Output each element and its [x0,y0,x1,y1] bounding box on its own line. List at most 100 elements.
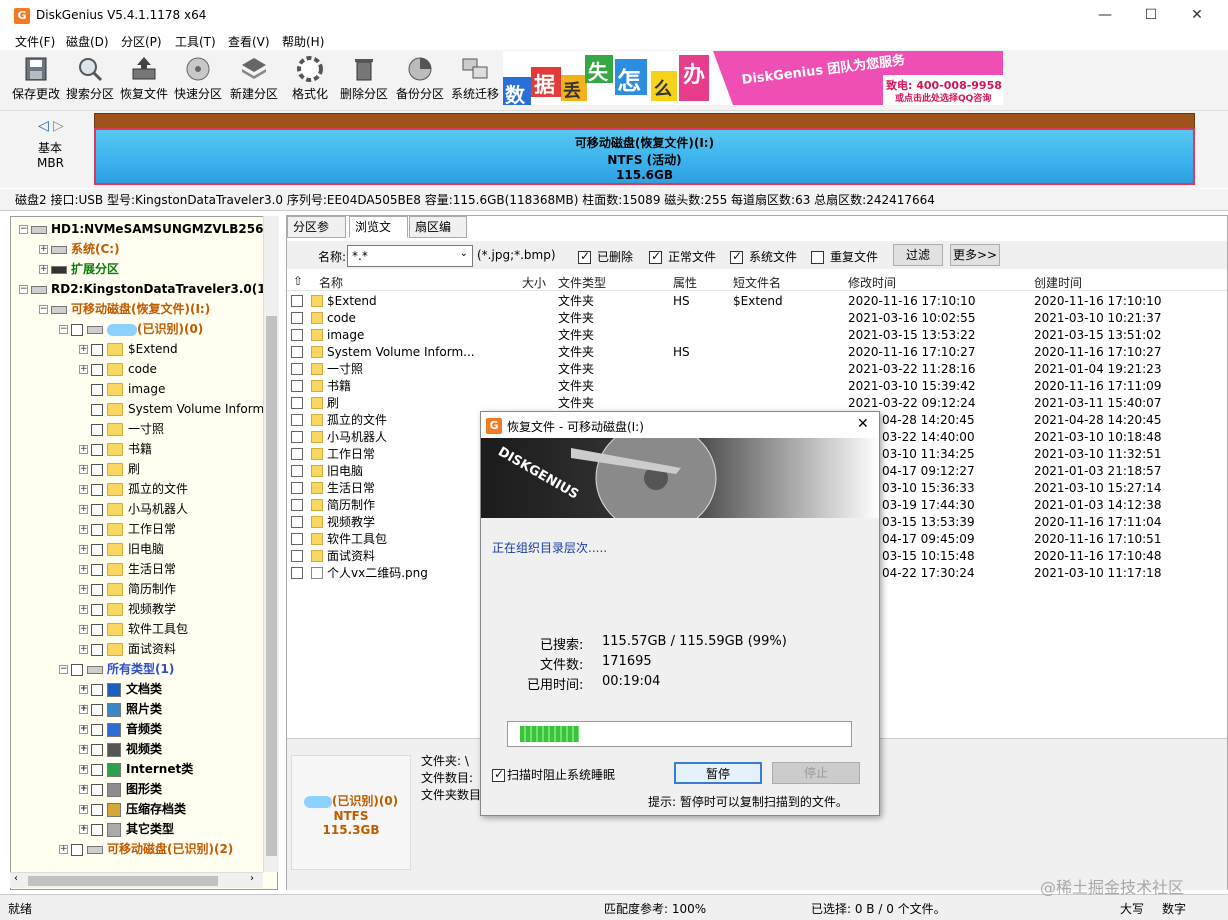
tree-item-type[interactable]: + Internet类 [79,759,193,779]
backup-partition-button[interactable]: 备份分区 [394,51,446,107]
table-row[interactable]: 书籍 文件夹 2021-03-10 15:39:42 2020-11-16 17:11… [287,378,1227,395]
tree-item-folder[interactable]: + 视频教学 [79,599,176,619]
tree-item-type[interactable]: + 视频类 [79,739,162,759]
menu-partition[interactable]: 分区(P) [121,33,162,50]
ad-banner[interactable]: 数 据 丢 失 怎 么 办 DiskGenius 团队为您服务 致电: 400-… [503,51,1003,105]
row-checkbox[interactable] [291,380,303,392]
scrollbar-thumb[interactable] [28,876,218,886]
tree-item-folder[interactable]: + 孤立的文件 [79,479,188,499]
tab-sector-edit[interactable]: 扇区编辑 [409,216,467,255]
tree-item-type[interactable]: + 音频类 [79,719,162,739]
stop-button[interactable]: 停止 [772,762,860,784]
tree-item-folder[interactable]: + 生活日常 [79,559,176,579]
tree-item-folder[interactable]: image [79,379,165,399]
tree-item-folder[interactable]: + 软件工具包 [79,619,188,639]
row-checkbox[interactable] [291,465,303,477]
table-row[interactable]: 刷 文件夹 2021-03-22 09:12:24 2021-03-11 15:40:… [287,395,1227,412]
row-checkbox[interactable] [291,397,303,409]
column-name[interactable]: 名称 [319,274,343,291]
row-checkbox[interactable] [291,431,303,443]
filter-button[interactable]: 过滤 [893,244,943,266]
prev-disk-arrow[interactable]: ◁ [38,118,49,134]
scroll-left-arrow[interactable]: ‹ [14,873,18,884]
table-row[interactable]: System Volume Inform... 文件夹 HS 2020-11-16 1… [287,344,1227,361]
menu-view[interactable]: 查看(V) [228,33,270,50]
quick-partition-button[interactable]: 快速分区 [172,51,224,107]
sort-up-icon[interactable]: ⇧ [293,274,303,288]
menu-disk[interactable]: 磁盘(D) [66,33,109,50]
recover-files-button[interactable]: 恢复文件 [118,51,170,107]
duplicate-files-checkbox[interactable]: 重复文件 [811,248,878,265]
dialog-close-icon[interactable]: ✕ [857,416,869,432]
column-short-name[interactable]: 短文件名 [733,274,781,291]
row-checkbox[interactable] [291,550,303,562]
tree-item-system-c[interactable]: + 系统(C:) [39,239,120,259]
normal-files-checkbox[interactable]: 正常文件 [649,248,716,265]
close-button[interactable]: ✕ [1174,0,1220,31]
column-modified[interactable]: 修改时间 [848,274,896,291]
maximize-button[interactable]: ☐ [1128,0,1174,31]
new-partition-button[interactable]: 新建分区 [228,51,280,107]
deleted-checkbox[interactable]: 已删除 [578,248,633,265]
table-row[interactable]: $Extend 文件夹 HS $Extend 2020-11-16 17:10:10 20… [287,293,1227,310]
tree-item-folder[interactable]: + code [79,359,157,379]
tree-vertical-scrollbar[interactable] [263,216,279,872]
row-checkbox[interactable] [291,482,303,494]
name-filter-combobox[interactable]: *.* ⌄ [347,245,473,267]
menu-tools[interactable]: 工具(T) [175,33,216,50]
system-files-checkbox[interactable]: 系统文件 [730,248,797,265]
format-button[interactable]: 格式化 [284,51,336,107]
delete-partition-button[interactable]: 删除分区 [338,51,390,107]
row-checkbox[interactable] [291,363,303,375]
system-migration-button[interactable]: 系统迁移 [449,51,501,107]
next-disk-arrow[interactable]: ▷ [53,118,64,134]
more-button[interactable]: 更多>> [950,244,1000,266]
tree-item-folder[interactable]: + 工作日常 [79,519,176,539]
tree-item-type[interactable]: + 照片类 [79,699,162,719]
scroll-right-arrow[interactable]: › [250,873,254,884]
column-type[interactable]: 文件类型 [558,274,606,291]
row-checkbox[interactable] [291,414,303,426]
table-row[interactable]: 一寸照 文件夹 2021-03-22 11:28:16 2021-01-04 19:2… [287,361,1227,378]
tab-browse-files[interactable]: 浏览文件 [349,216,408,255]
pause-button[interactable]: 暂停 [674,762,762,784]
minimize-button[interactable]: — [1082,0,1128,31]
row-checkbox[interactable] [291,448,303,460]
partition-block[interactable]: 可移动磁盘(恢复文件)(I:) NTFS (活动) 115.6GB [94,128,1195,185]
search-partition-button[interactable]: 搜索分区 [64,51,116,107]
save-changes-button[interactable]: 保存更改 [10,51,62,107]
row-checkbox[interactable] [291,516,303,528]
column-attr[interactable]: 属性 [673,274,697,291]
tree-item-type[interactable]: + 文档类 [79,679,162,699]
menu-file[interactable]: 文件(F) [15,33,55,50]
row-checkbox[interactable] [291,533,303,545]
tree-item-type[interactable]: + 压缩存档类 [79,799,186,819]
row-checkbox[interactable] [291,329,303,341]
tree-item-folder[interactable]: + 小马机器人 [79,499,188,519]
menu-help[interactable]: 帮助(H) [282,33,324,50]
row-checkbox[interactable] [291,312,303,324]
tree-item-folder[interactable]: + 简历制作 [79,579,176,599]
prevent-sleep-checkbox[interactable]: 扫描时阻止系统睡眠 [492,766,615,783]
tree-item-removable-identified[interactable]: + 可移动磁盘(已识别)(2) [59,839,233,859]
row-checkbox[interactable] [291,295,303,307]
tree-item-type[interactable]: + 图形类 [79,779,162,799]
tree-item-folder[interactable]: + 旧电脑 [79,539,164,559]
tree-item-all-types[interactable]: − 所有类型(1) [59,659,174,679]
tree-item-rd2[interactable]: − RD2:KingstonDataTraveler3.0(116 [19,279,277,299]
tree-item-folder[interactable]: 一寸照 [79,419,164,439]
row-checkbox[interactable] [291,567,303,579]
column-size[interactable]: 大小 [522,274,546,291]
tree-item-type[interactable]: + 其它类型 [79,819,174,839]
tree-item-identified[interactable]: − (已识别)(0) [59,319,203,339]
tree-item-folder[interactable]: + 书籍 [79,439,152,459]
tree-item-extended[interactable]: + 扩展分区 [39,259,119,279]
row-checkbox[interactable] [291,499,303,511]
tab-partition-params[interactable]: 分区参数 [287,216,346,255]
row-checkbox[interactable] [291,346,303,358]
tree-item-folder[interactable]: System Volume Inform [79,399,264,419]
tree-item-folder[interactable]: + 面试资料 [79,639,176,659]
tree-item-hd1[interactable]: − HD1:NVMeSAMSUNGMZVLB256(2 [19,219,277,239]
tree-item-folder[interactable]: + 刷 [79,459,140,479]
tree-item-folder[interactable]: + $Extend [79,339,178,359]
